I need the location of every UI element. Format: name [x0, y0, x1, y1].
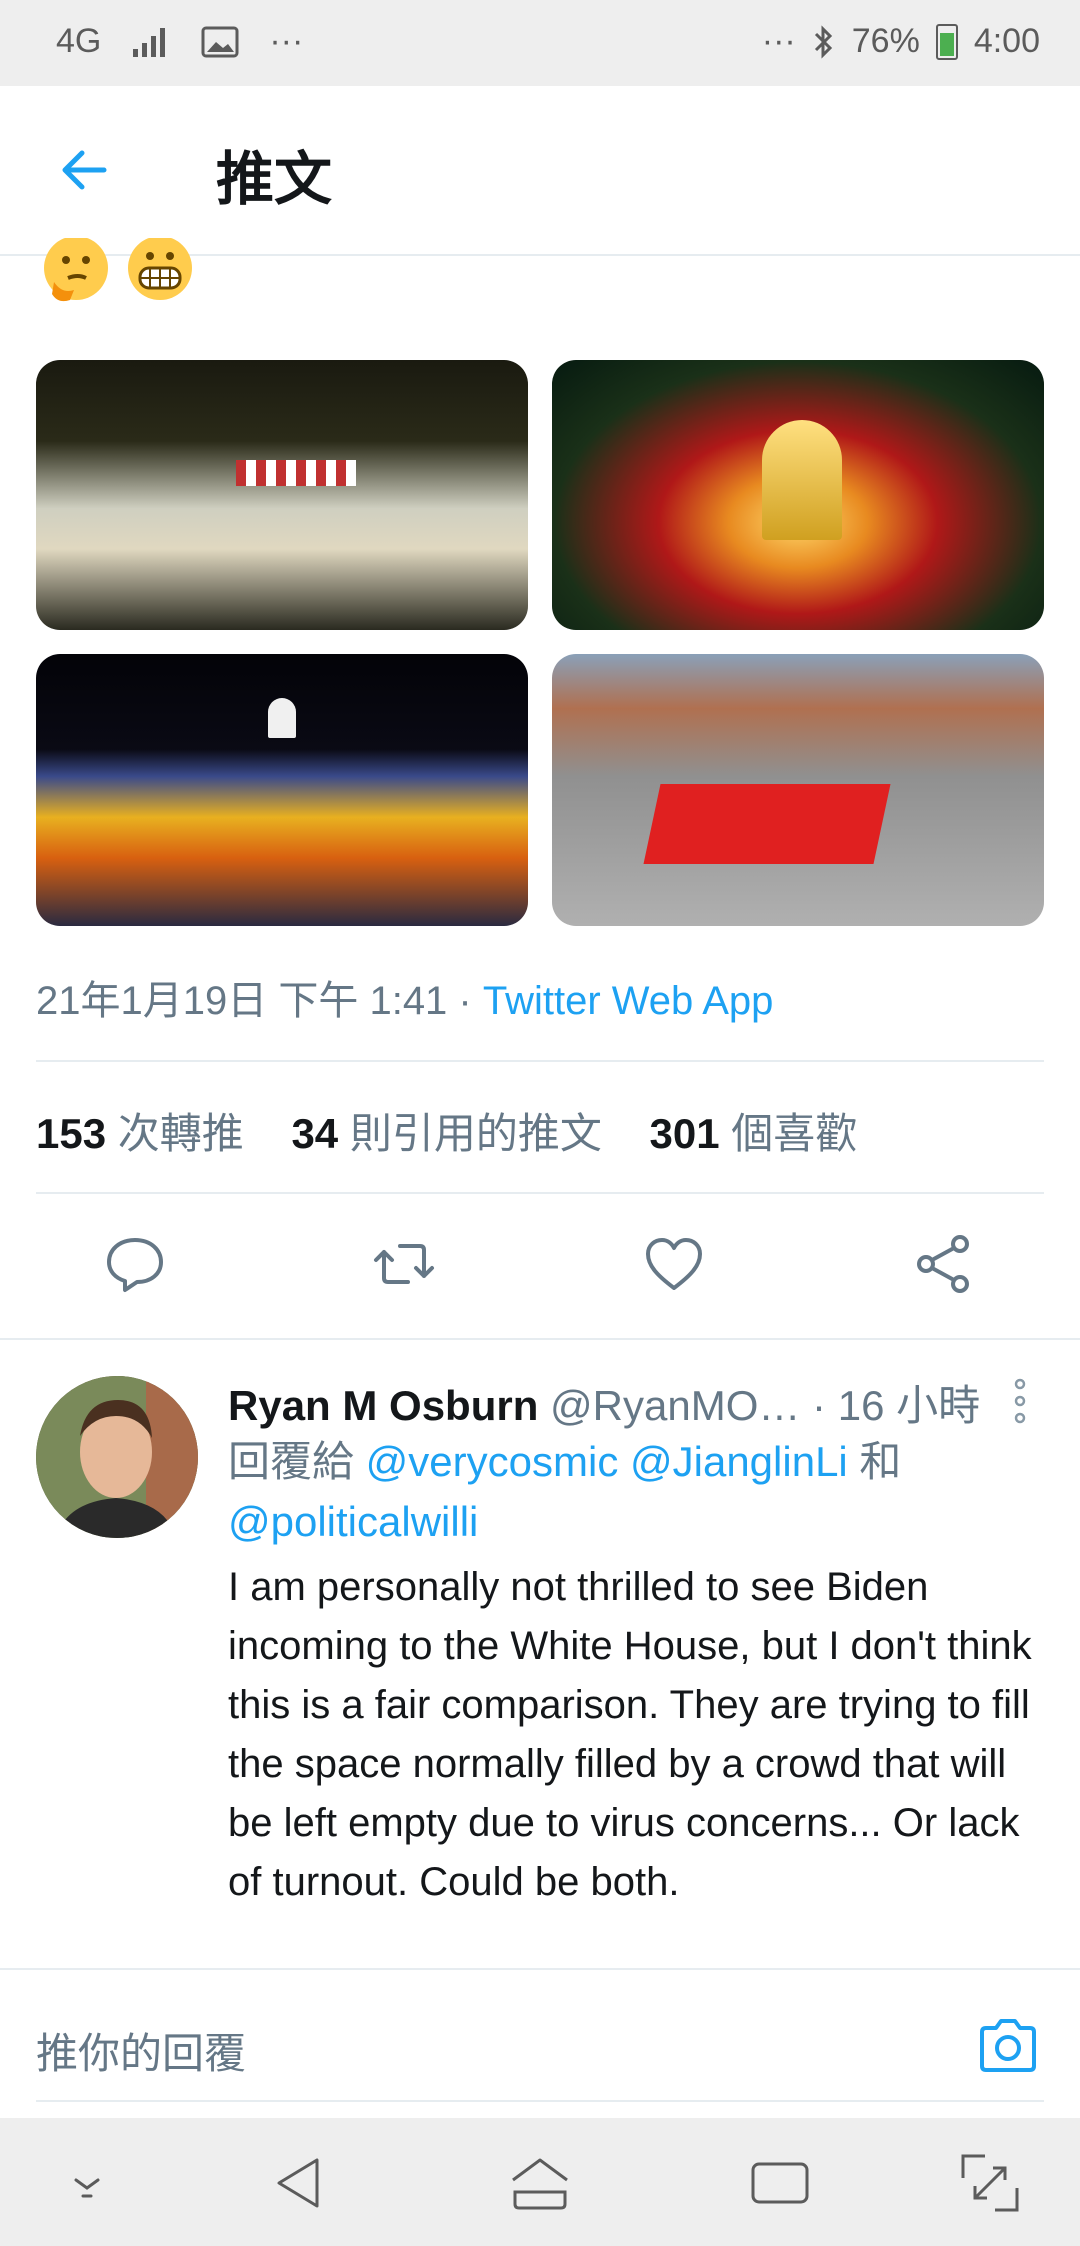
thinking-face-emoji — [44, 238, 108, 302]
reply-author-handle[interactable]: @RyanMO… — [550, 1382, 800, 1429]
tweet-media-grid — [36, 360, 1044, 926]
dome-shape — [268, 698, 296, 738]
likes-stat[interactable]: 301 個喜歡 — [650, 1110, 858, 1157]
mention-link[interactable]: @politicalwilli — [228, 1498, 478, 1545]
divider — [0, 1338, 1080, 1340]
clock: 4:00 — [973, 22, 1040, 60]
reply-compose-bar: 推你的回覆 — [0, 1968, 1080, 2104]
compose-underline — [36, 2100, 1044, 2102]
quotes-stat[interactable]: 34 則引用的推文 — [291, 1110, 601, 1157]
retweet-icon[interactable] — [372, 1232, 436, 1296]
system-nav-bar — [0, 2118, 1080, 2246]
tweet-photo-1[interactable] — [36, 360, 528, 630]
page-title: 推文 — [216, 147, 333, 212]
reply-icon[interactable] — [103, 1232, 167, 1296]
network-type: 4G — [56, 22, 102, 60]
camera-icon[interactable] — [976, 2016, 1040, 2074]
tweet-actions — [0, 1232, 1080, 1328]
flag-shape — [643, 784, 891, 864]
divider — [36, 1060, 1044, 1062]
tweet-stats: 153 次轉推 34 則引用的推文 301 個喜歡 — [36, 1100, 857, 1161]
replying-to: 回覆給 @verycosmic @JianglinLi 和 @political… — [228, 1432, 988, 1552]
reply-author-name[interactable]: Ryan M Osburn — [228, 1382, 538, 1429]
more-dots-icon: ··· — [761, 22, 796, 60]
image-icon — [201, 26, 239, 57]
expand-screen-icon[interactable] — [955, 2148, 1025, 2218]
tweet-photo-3[interactable] — [36, 654, 528, 926]
tweet-timestamp: 21年1月19日 下午 1:41 · Twitter Web App — [36, 968, 773, 1026]
reply-input[interactable]: 推你的回覆 — [36, 2020, 246, 2081]
mention-link[interactable]: @verycosmic — [366, 1438, 619, 1485]
tweet-emoji-row — [40, 238, 196, 310]
reply-time: · 16 小時 — [800, 1382, 981, 1429]
temple-shape — [762, 420, 842, 540]
battery-icon — [935, 23, 958, 60]
signal-icon — [133, 27, 166, 57]
more-options-icon[interactable] — [1010, 1376, 1030, 1426]
replying-to-conjunction: 和 — [847, 1438, 902, 1485]
nav-recents-icon[interactable] — [745, 2148, 815, 2218]
grimacing-face-emoji — [128, 238, 192, 300]
battery-percent: 76% — [851, 22, 920, 60]
status-bar: 4G ··· ··· 76% 4:00 — [0, 0, 1080, 86]
share-icon[interactable] — [912, 1232, 976, 1296]
bluetooth-icon — [814, 24, 832, 59]
like-heart-icon[interactable] — [642, 1232, 706, 1296]
flag-shape — [236, 460, 356, 486]
tweet-photo-4[interactable] — [552, 654, 1044, 926]
top-app-bar: 推文 — [0, 86, 1080, 256]
more-dots-icon: ··· — [269, 22, 304, 60]
source-app-link[interactable]: Twitter Web App — [483, 979, 774, 1023]
retweets-stat[interactable]: 153 次轉推 — [36, 1110, 244, 1157]
back-arrow-icon[interactable] — [56, 142, 112, 198]
reply-author-line: Ryan M Osburn @RyanMO… · 16 小時 — [228, 1372, 980, 1433]
person-avatar-image — [36, 1376, 198, 1538]
mention-link[interactable]: @JianglinLi — [630, 1438, 848, 1485]
nav-home-icon[interactable] — [505, 2148, 575, 2218]
tweet-photo-2[interactable] — [552, 360, 1044, 630]
replying-to-prefix: 回覆給 — [228, 1438, 366, 1485]
divider — [36, 1192, 1044, 1194]
reply-text: I am personally not thrilled to see Bide… — [228, 1565, 1032, 1904]
chevron-down-icon[interactable] — [52, 2148, 122, 2218]
avatar[interactable] — [36, 1376, 198, 1538]
nav-back-icon[interactable] — [265, 2148, 335, 2218]
timestamp-text: 21年1月19日 下午 1:41 · — [36, 979, 483, 1023]
